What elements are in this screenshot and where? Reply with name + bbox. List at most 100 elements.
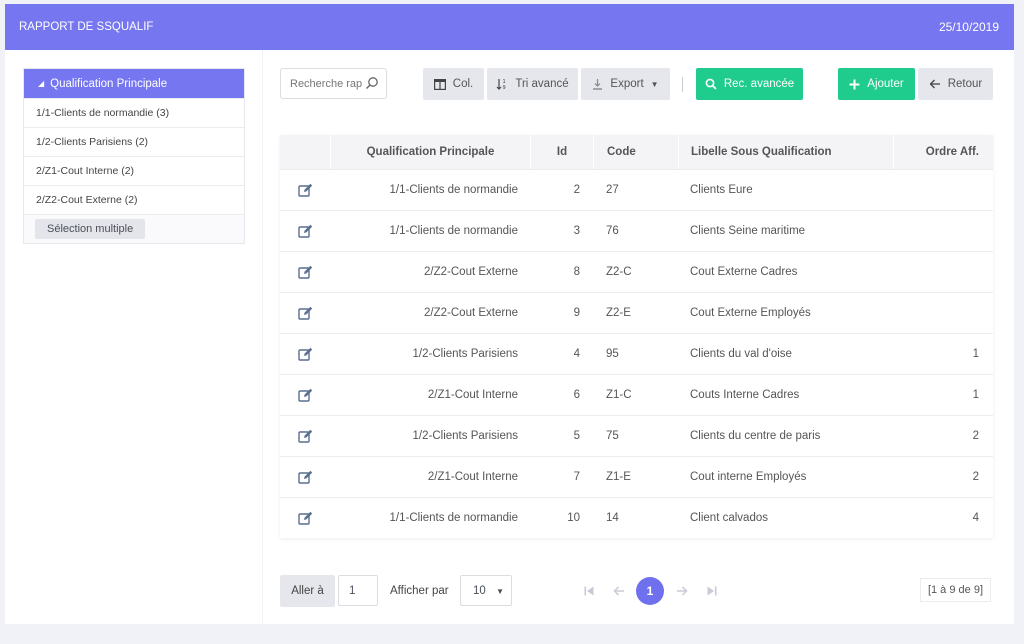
advanced-sort-button[interactable]: 19 Tri avancé — [487, 68, 578, 100]
first-page-icon[interactable] — [581, 583, 597, 599]
report-title: RAPPORT DE SSQUALIF — [19, 21, 154, 33]
cell-libelle: Couts Interne Cadres — [690, 389, 800, 401]
cell-libelle: Cout Externe Employés — [690, 307, 811, 319]
cell-libelle: Clients Seine maritime — [690, 225, 806, 237]
tree-item-label: 1/2-Clients Parisiens (2) — [36, 136, 149, 148]
page-number-current[interactable]: 1 — [636, 577, 664, 605]
cell-id: 8 — [573, 266, 580, 278]
cell-libelle: Clients du val d'oise — [690, 348, 792, 360]
cell-qualification: 1/2-Clients Parisiens — [412, 430, 518, 442]
columns-button[interactable]: Col. — [423, 68, 484, 100]
add-button[interactable]: Ajouter — [838, 68, 915, 100]
edit-icon[interactable] — [280, 252, 330, 292]
tree-root-qualification-principale[interactable]: ◢ Qualification Principale — [24, 69, 244, 98]
table-row[interactable]: 2/Z2-Cout Externe 9 Z2-E Cout Externe Emplo… — [280, 292, 993, 333]
column-header-ordre[interactable]: Ordre Aff. — [893, 135, 993, 169]
table-row[interactable]: 2/Z1-Cout Interne 6 Z1-C Couts Interne Cadr… — [280, 374, 993, 415]
edit-icon[interactable] — [280, 375, 330, 415]
goto-page-input[interactable]: 1 — [338, 575, 378, 606]
cell-ordre: 2 — [972, 430, 979, 442]
cell-id: 5 — [573, 430, 580, 442]
edit-icon[interactable] — [280, 211, 330, 251]
next-page-icon[interactable] — [674, 583, 690, 599]
tree-item[interactable]: 1/2-Clients Parisiens (2) — [24, 127, 244, 156]
download-icon — [593, 79, 603, 90]
data-table: Qualification Principale Id Code Libelle… — [280, 135, 993, 538]
table-row[interactable]: 1/1-Clients de normandie 3 76 Clients Seine… — [280, 210, 993, 251]
table-row[interactable]: 1/2-Clients Parisiens 5 75 Clients du centr… — [280, 415, 993, 456]
tree-item-label: 2/Z2-Cout Externe (2) — [36, 194, 138, 206]
cell-libelle: Client calvados — [690, 512, 768, 524]
search-icon — [366, 77, 378, 89]
multi-select-button[interactable]: Sélection multiple — [35, 219, 146, 239]
cell-code: 75 — [606, 430, 619, 442]
cell-code: 27 — [606, 184, 619, 196]
edit-icon[interactable] — [280, 170, 330, 210]
edit-icon[interactable] — [280, 334, 330, 374]
quick-search-input[interactable]: Recherche rapide — [280, 68, 387, 99]
tree-item-label: 1/1-Clients de normandie (3) — [36, 107, 170, 119]
cell-libelle: Clients du centre de paris — [690, 430, 821, 442]
table-row[interactable]: 1/2-Clients Parisiens 4 95 Clients du val d… — [280, 333, 993, 374]
table-row[interactable]: 1/1-Clients de normandie 2 27 Clients Eure — [280, 169, 993, 210]
cell-qualification: 1/1-Clients de normandie — [389, 225, 519, 237]
table-header-row: Qualification Principale Id Code Libelle… — [280, 135, 993, 169]
caret-down-icon: ◢ — [38, 79, 45, 88]
back-button[interactable]: Retour — [918, 68, 993, 100]
table-row[interactable]: 2/Z1-Cout Interne 7 Z1-E Cout interne Emplo… — [280, 456, 993, 497]
column-header-libelle[interactable]: Libelle Sous Qualification — [678, 135, 893, 169]
toolbar-divider — [682, 77, 683, 92]
tree-root-label: Qualification Principale — [50, 77, 168, 90]
arrow-left-icon — [929, 79, 940, 89]
edit-icon[interactable] — [280, 457, 330, 497]
cell-id: 10 — [567, 512, 580, 524]
advanced-search-button[interactable]: Rec. avancée — [696, 68, 803, 100]
table-row[interactable]: 2/Z2-Cout Externe 8 Z2-C Cout Externe Cadre… — [280, 251, 993, 292]
table-row[interactable]: 1/1-Clients de normandie 10 14 Client calva… — [280, 497, 993, 538]
cell-ordre — [893, 252, 993, 292]
per-page-select[interactable]: 10 ▼ — [460, 575, 512, 606]
cell-ordre: 1 — [972, 348, 979, 360]
column-header-id[interactable]: Id — [530, 135, 593, 169]
search-placeholder: Recherche rapide — [290, 77, 362, 90]
qualification-tree: ◢ Qualification Principale 1/1-Clients d… — [23, 68, 245, 244]
edit-icon[interactable] — [280, 498, 330, 538]
per-page-value: 10 — [473, 584, 486, 597]
previous-page-icon[interactable] — [611, 583, 627, 599]
cell-id: 4 — [573, 348, 580, 360]
cell-code: 76 — [606, 225, 619, 237]
svg-text:9: 9 — [503, 85, 506, 90]
cell-ordre: 4 — [972, 512, 979, 524]
cell-ordre — [893, 211, 993, 251]
tree-item[interactable]: 1/1-Clients de normandie (3) — [24, 98, 244, 127]
add-label: Ajouter — [867, 78, 904, 90]
tree-item[interactable]: 2/Z1-Cout Interne (2) — [24, 156, 244, 185]
cell-libelle: Clients Eure — [690, 184, 753, 196]
last-page-icon[interactable] — [704, 583, 720, 599]
goto-page-button[interactable]: Aller à — [280, 575, 335, 607]
cell-code: Z2-E — [606, 307, 631, 319]
plus-icon — [849, 79, 860, 89]
caret-down-icon: ▼ — [650, 79, 659, 89]
sidebar: ◢ Qualification Principale 1/1-Clients d… — [5, 50, 262, 624]
cell-ordre: 2 — [972, 471, 979, 483]
tree-item[interactable]: 2/Z2-Cout Externe (2) — [24, 185, 244, 214]
pagination-bar: Aller à 1 Afficher par 10 ▼ 1 [1 à 9 de … — [280, 575, 993, 607]
edit-icon[interactable] — [280, 416, 330, 456]
cell-qualification: 2/Z2-Cout Externe — [424, 266, 518, 278]
advanced-search-label: Rec. avancée — [723, 78, 795, 90]
table-body: 1/1-Clients de normandie 2 27 Clients Eure 1… — [280, 169, 993, 538]
app-header: RAPPORT DE SSQUALIF 25/10/2019 — [5, 4, 1014, 50]
column-header-code[interactable]: Code — [593, 135, 678, 169]
edit-icon[interactable] — [280, 293, 330, 333]
export-label: Export — [610, 78, 644, 90]
cell-code: Z2-C — [606, 266, 632, 278]
cell-qualification: 1/2-Clients Parisiens — [412, 348, 518, 360]
cell-ordre — [893, 170, 993, 210]
column-header-qualification[interactable]: Qualification Principale — [330, 135, 530, 169]
cell-id: 3 — [573, 225, 580, 237]
caret-down-icon: ▼ — [496, 587, 504, 596]
export-dropdown[interactable]: Export ▼ — [581, 68, 670, 100]
cell-libelle: Cout Externe Cadres — [690, 266, 798, 278]
report-date: 25/10/2019 — [938, 20, 999, 34]
